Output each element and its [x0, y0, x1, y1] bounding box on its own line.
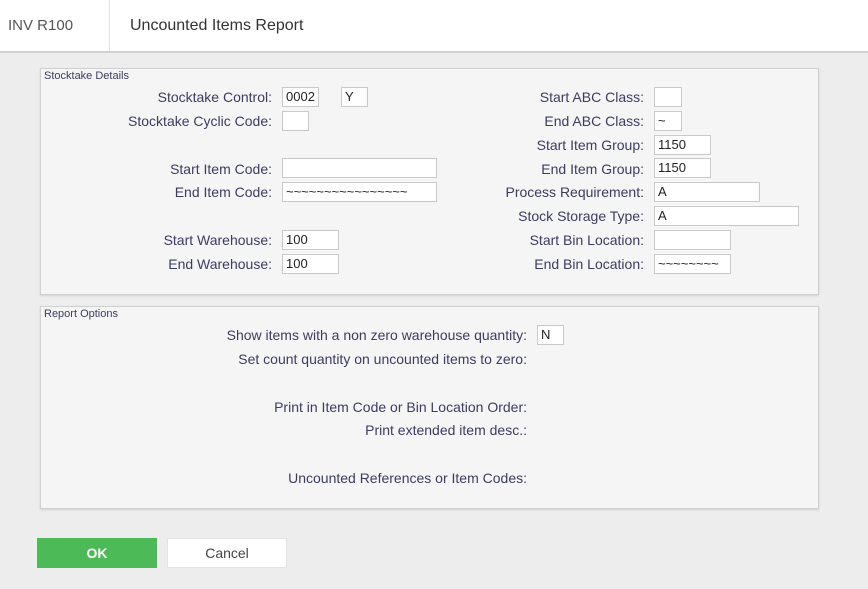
- stock-storage-type-label: Stock Storage Type:: [518, 208, 644, 224]
- program-code: INV R100: [8, 17, 74, 34]
- end-bin-location-input[interactable]: ~~~~~~~~: [654, 254, 731, 274]
- report-options-title: Report Options: [44, 308, 118, 320]
- start-warehouse-input[interactable]: 100: [282, 230, 339, 250]
- set-count-zero-label: Set count quantity on uncounted items to…: [238, 351, 527, 367]
- process-requirement-label: Process Requirement:: [505, 184, 644, 200]
- start-abc-class-label: Start ABC Class:: [539, 89, 644, 105]
- uncounted-references-label: Uncounted References or Item Codes:: [288, 470, 527, 486]
- end-item-code-input[interactable]: ~~~~~~~~~~~~~~~~: [282, 182, 437, 202]
- header-divider: [109, 0, 110, 51]
- end-item-code-label: End Item Code:: [174, 184, 272, 200]
- non-zero-quantity-label: Show items with a non zero warehouse qua…: [226, 327, 527, 343]
- stocktake-control-input[interactable]: 0002: [282, 87, 319, 107]
- header-bar: INV R100 Uncounted Items Report: [0, 0, 868, 53]
- non-zero-quantity-input[interactable]: N: [537, 325, 564, 345]
- end-item-group-input[interactable]: 1150: [654, 158, 711, 178]
- end-item-group-label: End Item Group:: [541, 161, 644, 177]
- stocktake-details-title: Stocktake Details: [44, 70, 129, 82]
- end-warehouse-label: End Warehouse:: [168, 256, 272, 272]
- end-warehouse-input[interactable]: 100: [282, 254, 339, 274]
- page-title: Uncounted Items Report: [130, 17, 304, 34]
- start-item-code-input[interactable]: [282, 158, 437, 178]
- stocktake-control-label: Stocktake Control:: [157, 89, 272, 105]
- cyclic-code-label: Stocktake Cyclic Code:: [128, 113, 272, 129]
- start-item-code-label: Start Item Code:: [170, 161, 272, 177]
- cyclic-code-input[interactable]: [282, 111, 309, 131]
- cancel-button[interactable]: Cancel: [167, 538, 287, 568]
- start-bin-location-label: Start Bin Location:: [529, 232, 644, 248]
- process-requirement-input[interactable]: A: [654, 182, 760, 202]
- end-abc-class-label: End ABC Class:: [544, 113, 644, 129]
- print-extended-desc-label: Print extended item desc.:: [365, 422, 527, 438]
- stocktake-control-flag-input[interactable]: Y: [341, 87, 368, 107]
- start-bin-location-input[interactable]: [654, 230, 731, 250]
- end-abc-class-input[interactable]: ~: [654, 111, 682, 131]
- ok-button[interactable]: OK: [37, 538, 157, 568]
- start-item-group-input[interactable]: 1150: [654, 135, 711, 155]
- start-abc-class-input[interactable]: [654, 87, 682, 107]
- start-item-group-label: Start Item Group:: [536, 137, 644, 153]
- end-bin-location-label: End Bin Location:: [534, 256, 644, 272]
- stock-storage-type-input[interactable]: A: [654, 206, 799, 226]
- print-order-label: Print in Item Code or Bin Location Order…: [274, 399, 527, 415]
- start-warehouse-label: Start Warehouse:: [163, 232, 272, 248]
